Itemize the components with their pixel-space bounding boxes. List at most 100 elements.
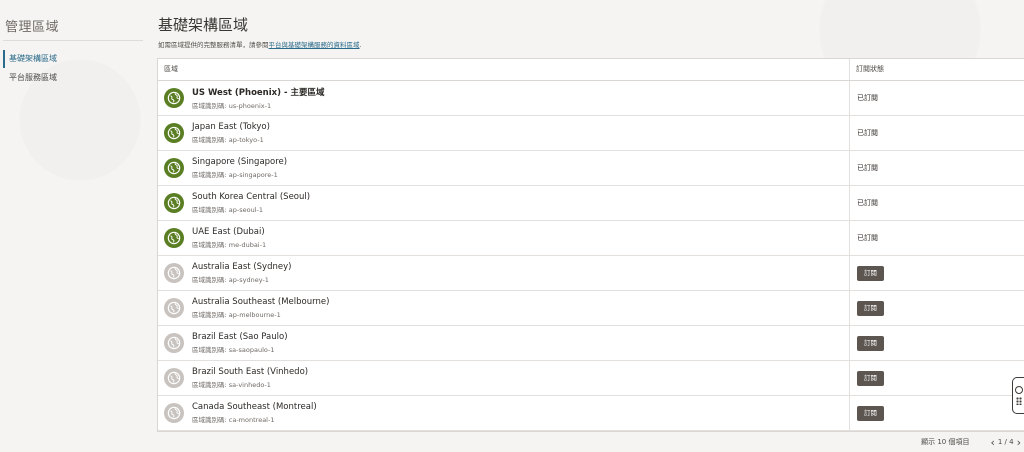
table-row: Brazil East (Sao Paulo) 區域識別碼: sa-saopau… (158, 326, 1024, 361)
subscribed-status: 已訂閱 (857, 94, 878, 102)
region-identifier: 區域識別碼: ap-seoul-1 (192, 204, 310, 214)
region-cell: Australia East (Sydney) 區域識別碼: ap-sydney… (158, 256, 850, 290)
sidebar-divider (3, 40, 143, 41)
chevron-right-icon[interactable]: › (1014, 436, 1024, 449)
subscribe-button[interactable]: 訂閱 (857, 335, 884, 351)
sidebar-item-platform-regions[interactable]: 平台服務區域 (3, 69, 143, 87)
status-cell: 已訂閱 (850, 128, 878, 138)
region-text: Brazil South East (Vinhedo) 區域識別碼: sa-vi… (192, 367, 308, 389)
region-identifier: 區域識別碼: me-dubai-1 (192, 239, 266, 249)
region-text: UAE East (Dubai) 區域識別碼: me-dubai-1 (192, 227, 266, 249)
region-name: Australia Southeast (Melbourne) (192, 297, 330, 307)
region-name: South Korea Central (Seoul) (192, 192, 311, 202)
status-cell: 訂閱 (850, 300, 884, 316)
region-text: Singapore (Singapore) 區域識別碼: ap-singapor… (192, 157, 287, 179)
region-id-value: ap-tokyo-1 (228, 136, 264, 144)
region-id-value: ca-montreal-1 (228, 416, 275, 424)
region-name: Singapore (Singapore) (192, 157, 288, 167)
table-row: South Korea Central (Seoul) 區域識別碼: ap-se… (158, 186, 1024, 221)
column-header-region[interactable]: 區域 (158, 59, 850, 80)
region-id-label: 區域識別碼: (192, 241, 227, 249)
region-identifier: 區域識別碼: ap-sydney-1 (192, 274, 291, 284)
globe-icon (164, 333, 184, 353)
globe-icon (164, 88, 184, 108)
chevron-left-icon[interactable]: ‹ (987, 436, 997, 449)
region-id-label: 區域識別碼: (192, 276, 227, 284)
globe-icon (164, 158, 184, 178)
region-cell: Japan East (Tokyo) 區域識別碼: ap-tokyo-1 (158, 116, 850, 150)
region-text: Australia East (Sydney) 區域識別碼: ap-sydney… (192, 262, 291, 284)
region-id-label: 區域識別碼: (192, 136, 227, 144)
region-id-value: me-dubai-1 (228, 241, 267, 249)
subscribed-status: 已訂閱 (857, 164, 878, 172)
region-cell: Canada Southeast (Montreal) 區域識別碼: ca-mo… (158, 396, 850, 430)
data-regions-link[interactable]: 平台與基礎架構服務的資料區域 (269, 41, 360, 49)
table-body: US West (Phoenix) - 主要區域 區域識別碼: us-phoen… (158, 81, 1024, 431)
page-indicator: 1 / 4 (997, 438, 1014, 446)
globe-icon (164, 368, 184, 388)
region-name: Japan East (Tokyo) (192, 122, 270, 132)
region-cell: South Korea Central (Seoul) 區域識別碼: ap-se… (158, 186, 850, 220)
sidebar-title: 管理區域 (5, 20, 60, 35)
region-cell: Australia Southeast (Melbourne) 區域識別碼: a… (158, 291, 850, 325)
region-id-value: sa-vinhedo-1 (228, 381, 271, 389)
region-id-value: us-phoenix-1 (228, 102, 272, 110)
subscribed-status: 已訂閱 (857, 199, 878, 207)
status-cell: 訂閱 (850, 265, 884, 281)
globe-icon (164, 228, 184, 248)
table-row: UAE East (Dubai) 區域識別碼: me-dubai-1 已訂閱 (158, 221, 1024, 256)
items-count: 顯示 10 個項目 (921, 438, 970, 446)
pagination: 顯示 10 個項目 ‹ 1 / 4 › (921, 434, 1024, 450)
page-title: 基礎架構區域 (158, 16, 249, 34)
help-widget-button[interactable] (1012, 377, 1024, 414)
status-cell: 已訂閱 (850, 163, 878, 173)
region-id-label: 區域識別碼: (192, 346, 227, 354)
region-id-label: 區域識別碼: (192, 102, 227, 110)
subscribe-button[interactable]: 訂閱 (857, 370, 884, 386)
region-identifier: 區域識別碼: sa-vinhedo-1 (192, 379, 308, 389)
region-text: US West (Phoenix) - 主要區域 區域識別碼: us-phoen… (192, 86, 324, 110)
region-text: Japan East (Tokyo) 區域識別碼: ap-tokyo-1 (192, 122, 270, 144)
region-identifier: 區域識別碼: sa-saopaulo-1 (192, 344, 288, 354)
table-row: Brazil South East (Vinhedo) 區域識別碼: sa-vi… (158, 361, 1024, 396)
region-cell: US West (Phoenix) - 主要區域 區域識別碼: us-phoen… (158, 81, 850, 115)
status-cell: 已訂閱 (850, 233, 878, 243)
region-text: South Korea Central (Seoul) 區域識別碼: ap-se… (192, 192, 310, 214)
sidebar: 管理區域 基礎架構區域 平台服務區域 (0, 0, 143, 452)
dots-icon (1015, 397, 1022, 405)
status-cell: 訂閱 (850, 335, 884, 351)
page-subtitle: 如需區域提供的完整服務清單，請參閱平台與基礎架構服務的資料區域. (158, 39, 362, 49)
subscribe-button[interactable]: 訂閱 (857, 265, 884, 281)
region-name: Brazil East (Sao Paulo) (192, 332, 288, 342)
region-identifier: 區域識別碼: us-phoenix-1 (192, 100, 324, 110)
region-id-value: ap-melbourne-1 (228, 311, 281, 319)
region-name: Canada Southeast (Montreal) (192, 402, 317, 412)
region-text: Brazil East (Sao Paulo) 區域識別碼: sa-saopau… (192, 332, 288, 354)
region-identifier: 區域識別碼: ca-montreal-1 (192, 414, 317, 424)
region-identifier: 區域識別碼: ap-singapore-1 (192, 169, 287, 179)
region-cell: Brazil East (Sao Paulo) 區域識別碼: sa-saopau… (158, 326, 850, 360)
region-id-label: 區域識別碼: (192, 381, 227, 389)
region-text: Australia Southeast (Melbourne) 區域識別碼: a… (192, 297, 329, 319)
region-name: US West (Phoenix) - 主要區域 (192, 88, 325, 98)
column-header-status[interactable]: 訂閱狀態 (850, 59, 884, 80)
status-cell: 已訂閱 (850, 93, 878, 103)
region-name: Brazil South East (Vinhedo) (192, 367, 309, 377)
subscribed-status: 已訂閱 (857, 129, 878, 137)
help-icon (1014, 386, 1023, 394)
subscribe-button[interactable]: 訂閱 (857, 300, 884, 316)
region-id-value: ap-sydney-1 (228, 276, 269, 284)
region-identifier: 區域識別碼: ap-melbourne-1 (192, 309, 329, 319)
subscribe-button[interactable]: 訂閱 (857, 405, 884, 421)
table-row: Australia East (Sydney) 區域識別碼: ap-sydney… (158, 256, 1024, 291)
globe-icon (164, 403, 184, 423)
region-id-value: sa-saopaulo-1 (228, 346, 275, 354)
globe-icon (164, 193, 184, 213)
globe-icon (164, 263, 184, 283)
subtitle-suffix: . (359, 41, 362, 49)
region-id-label: 區域識別碼: (192, 206, 227, 214)
region-id-value: ap-seoul-1 (228, 206, 264, 214)
subscribed-status: 已訂閱 (857, 234, 878, 242)
sidebar-item-infrastructure-regions[interactable]: 基礎架構區域 (3, 50, 143, 68)
table-row: Singapore (Singapore) 區域識別碼: ap-singapor… (158, 151, 1024, 186)
